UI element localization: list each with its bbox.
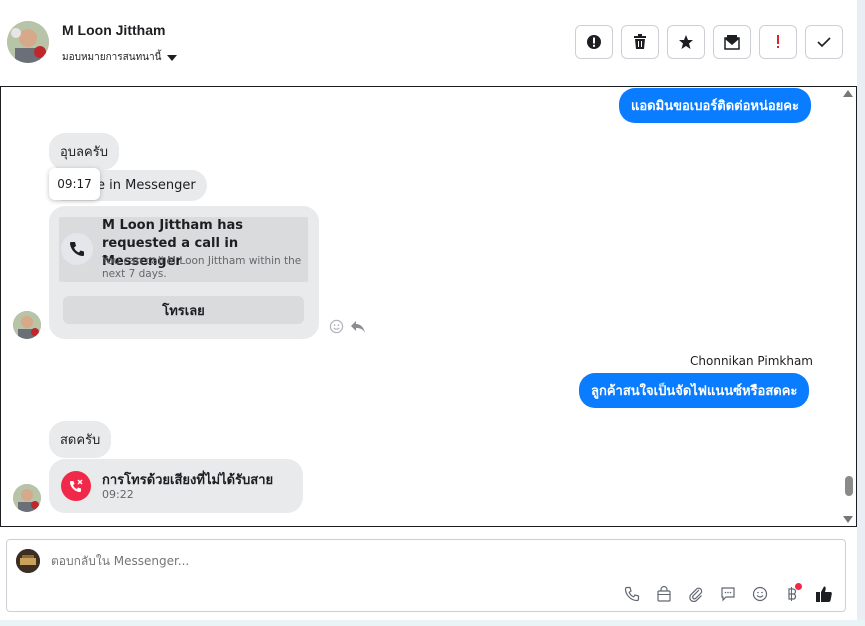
assign-conversation-dropdown[interactable]: มอบหมายการสนทนานี้ xyxy=(62,50,178,65)
reply-input[interactable] xyxy=(51,554,751,568)
delete-button[interactable] xyxy=(621,25,659,59)
mark-done-button[interactable] xyxy=(805,25,843,59)
chevron-down-icon xyxy=(167,54,178,61)
notification-dot xyxy=(795,583,802,590)
phone-icon[interactable] xyxy=(621,583,643,605)
paperclip-icon[interactable] xyxy=(685,583,707,605)
message-thread[interactable]: แอดมินขอเบอร์ติดต่อหน่อยคะ อุบลครับ e in… xyxy=(0,86,857,527)
reply-icon[interactable] xyxy=(350,320,366,334)
scroll-up-arrow-icon[interactable] xyxy=(843,90,853,97)
star-button[interactable] xyxy=(667,25,705,59)
trash-icon xyxy=(634,34,646,49)
missed-call-title: การโทรด้วยเสียงที่ไม่ได้รับสาย xyxy=(102,473,274,488)
assign-label: มอบหมายการสนทนานี้ xyxy=(62,52,162,63)
mark-unread-button[interactable] xyxy=(713,25,751,59)
follow-up-button[interactable] xyxy=(759,25,797,59)
conversation-header: M Loon Jittham มอบหมายการสนทนานี้ xyxy=(0,0,857,86)
window-edge xyxy=(857,0,865,626)
star-icon xyxy=(679,35,693,49)
message-actions xyxy=(329,319,366,334)
call-request-card[interactable]: M Loon Jittham has requested a call in M… xyxy=(49,206,319,339)
composer-toolbar xyxy=(621,583,835,605)
scroll-down-arrow-icon[interactable] xyxy=(843,516,853,523)
missed-call-time: 09:22 xyxy=(102,488,134,501)
header-actions xyxy=(575,25,843,59)
call-request-info: M Loon Jittham has requested a call in M… xyxy=(59,217,308,282)
alert-circle-icon xyxy=(587,35,601,49)
phone-icon xyxy=(61,233,93,265)
inbox-conversation-view: M Loon Jittham มอบหมายการสนทนานี้ แอดมิน… xyxy=(0,0,865,626)
call-request-description: You can call M Loon Jittham within the n… xyxy=(102,255,302,280)
incoming-message[interactable]: สดครับ xyxy=(49,421,112,458)
contact-avatar[interactable] xyxy=(7,21,49,63)
missed-call-card[interactable]: การโทรด้วยเสียงที่ไม่ได้รับสาย 09:22 xyxy=(49,459,303,513)
reply-composer xyxy=(6,539,846,612)
checkmark-icon xyxy=(817,37,831,48)
outgoing-message[interactable]: แอดมินขอเบอร์ติดต่อหน่อยคะ xyxy=(619,88,811,123)
outgoing-message[interactable]: ลูกค้าสนใจเป็นจัดไฟแนนซ์หรือสดคะ xyxy=(579,373,810,408)
scrollbar[interactable] xyxy=(841,87,856,526)
envelope-icon xyxy=(724,35,740,50)
baht-payment-icon[interactable] xyxy=(781,583,803,605)
incoming-message[interactable]: อุบลครับ xyxy=(49,133,119,170)
scrollbar-thumb[interactable] xyxy=(845,476,853,496)
smiley-icon[interactable] xyxy=(329,319,344,334)
emoji-icon[interactable] xyxy=(749,583,771,605)
page-avatar xyxy=(16,549,40,573)
mark-spam-button[interactable] xyxy=(575,25,613,59)
thumbs-up-icon[interactable] xyxy=(813,583,835,605)
call-now-button[interactable]: โทรเลย xyxy=(63,296,304,324)
saved-replies-icon[interactable] xyxy=(717,583,739,605)
exclamation-icon xyxy=(777,35,779,48)
contact-avatar-small[interactable] xyxy=(13,311,41,339)
contact-avatar-small[interactable] xyxy=(13,484,41,512)
contact-name[interactable]: M Loon Jittham xyxy=(62,22,165,38)
missed-call-icon xyxy=(61,471,91,501)
bottom-strip xyxy=(0,620,865,626)
timestamp-tooltip: 09:17 xyxy=(49,168,100,200)
sender-name: Chonnikan Pimkham xyxy=(690,354,813,368)
shopping-bag-icon[interactable] xyxy=(653,583,675,605)
